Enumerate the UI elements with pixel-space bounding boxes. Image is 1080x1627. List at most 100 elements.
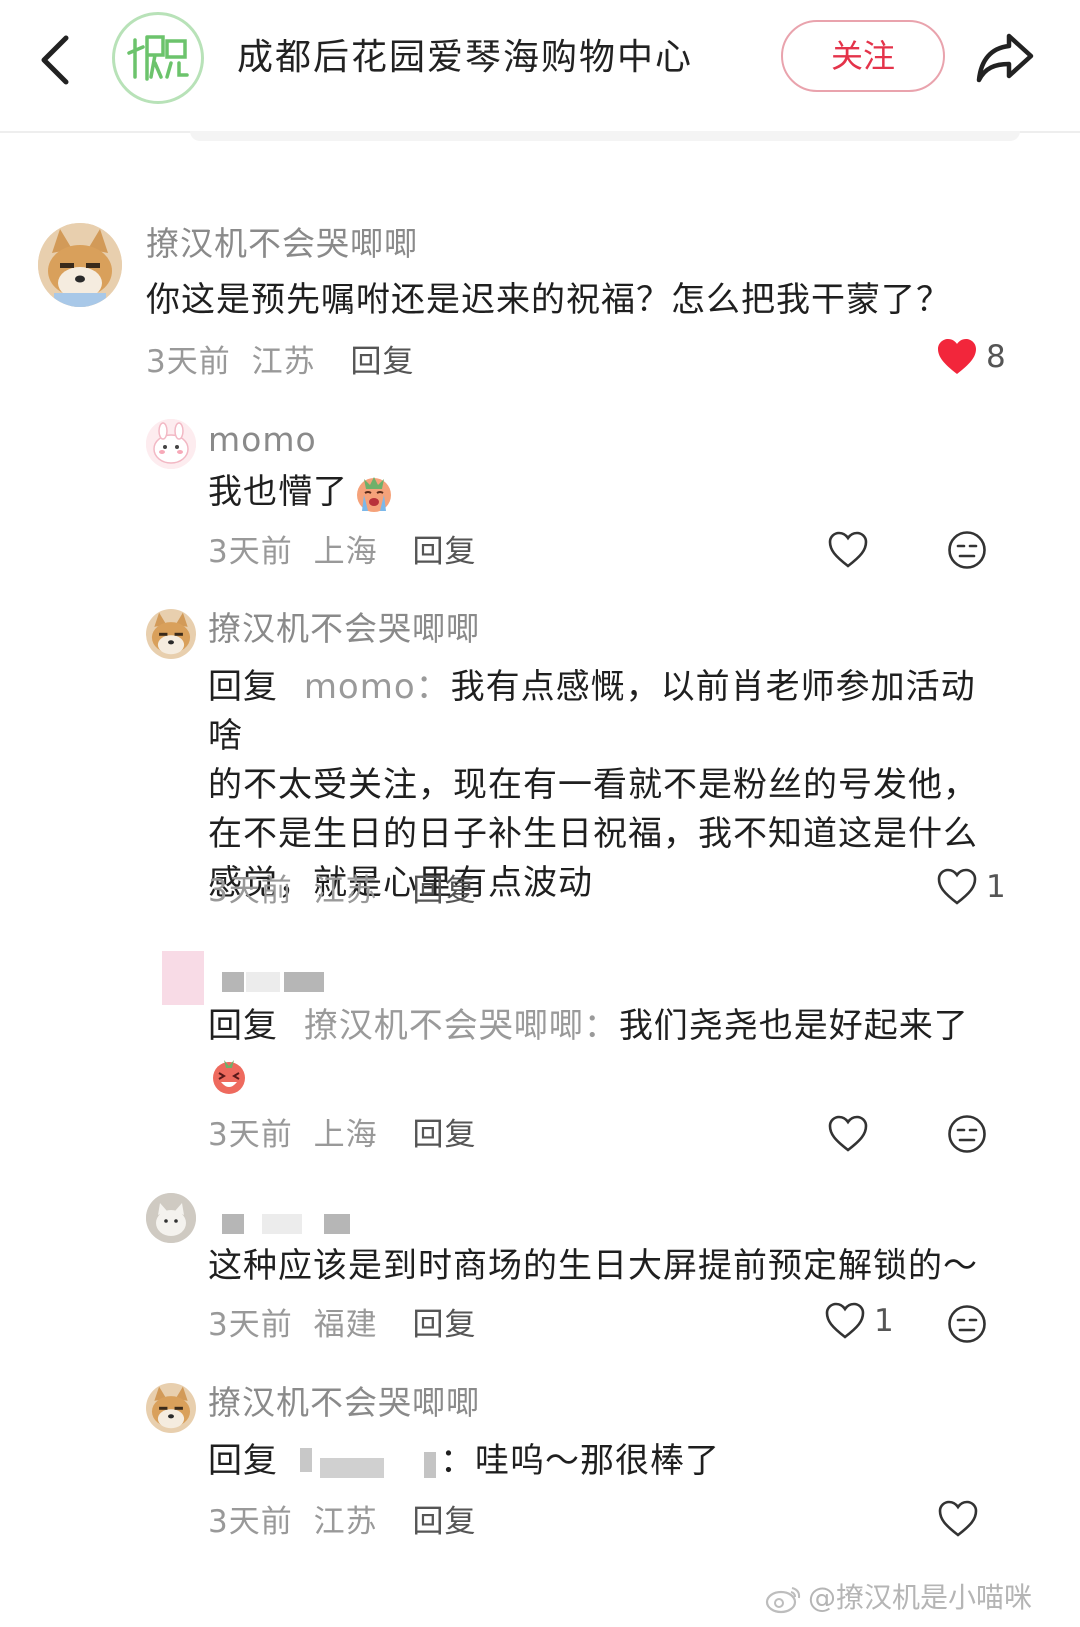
blurred-username — [284, 972, 324, 992]
weibo-icon — [765, 1587, 801, 1614]
mention-link[interactable]: momo： — [304, 667, 451, 707]
dog-avatar-icon — [146, 1383, 196, 1433]
like-button[interactable] — [936, 1497, 980, 1541]
cat-avatar-icon — [146, 1193, 196, 1243]
like-count: 1 — [986, 869, 1006, 905]
header-divider — [190, 131, 1020, 141]
like-button[interactable]: 1 — [936, 868, 1006, 906]
heart-icon — [828, 531, 868, 568]
follow-button[interactable]: 关注 — [781, 20, 945, 92]
blurred-username — [246, 972, 280, 992]
heart-icon — [825, 1302, 865, 1339]
comment-text-row: ：哇呜～那很棒了 — [440, 1437, 720, 1486]
comment-meta: 3天前 江苏 回复 — [208, 1500, 476, 1544]
avatar-blurred[interactable] — [162, 951, 204, 1005]
laughing-emoji — [208, 1054, 250, 1096]
watermark-text: @撩汉机是小喵咪 — [807, 1581, 1032, 1614]
like-button[interactable]: 1 — [824, 1302, 894, 1340]
shop-logo-icon — [118, 18, 198, 98]
blurred-mention — [424, 1452, 436, 1478]
blurred-mention — [300, 1448, 312, 1472]
like-count: 1 — [874, 1303, 894, 1339]
comment-text: 我们尧尧也是好起来了 — [618, 1006, 969, 1046]
laughing-emoji-icon — [213, 1060, 245, 1094]
emoji-icon — [948, 1305, 986, 1343]
reply-button[interactable]: 回复 — [412, 1307, 476, 1343]
comment-text-line: 回复 撩汉机不会哭唧唧：我们尧尧也是好起来了 — [208, 1002, 1008, 1051]
comment-location: 江苏 — [313, 873, 378, 909]
comment-meta: 3天前 上海 回复 — [208, 1113, 476, 1157]
comment-text-block: 回复 撩汉机不会哭唧唧：我们尧尧也是好起来了 — [208, 1002, 1008, 1051]
bunny-avatar-icon — [146, 419, 196, 469]
comment-time: 3天前 — [208, 1117, 293, 1153]
comment-time: 3天前 — [208, 534, 293, 570]
emoji-icon — [948, 531, 986, 569]
comment-username[interactable]: 撩汉机不会哭唧唧 — [146, 222, 418, 266]
comment-text: 我也懵了 — [208, 472, 348, 512]
comment-meta: 3天前 福建 回复 — [208, 1303, 476, 1347]
reply-prefix: 回复 — [208, 667, 278, 707]
crying-emoji-icon — [357, 476, 391, 512]
emoji-icon — [948, 1115, 986, 1153]
avatar[interactable] — [38, 223, 122, 307]
like-button[interactable]: 8 — [936, 338, 1006, 376]
comment-text: 你这是预先嘱咐还是迟来的祝福？怎么把我干蒙了？ — [146, 280, 951, 320]
comment-time: 3天前 — [208, 873, 293, 909]
back-button[interactable] — [30, 22, 80, 98]
heart-icon — [937, 868, 977, 905]
comment-text-line: 的不太受关注，现在有一看就不是粉丝的号发他， — [208, 765, 978, 805]
avatar[interactable] — [146, 1193, 196, 1243]
reply-button[interactable]: 回复 — [412, 1117, 476, 1153]
share-button[interactable] — [972, 24, 1038, 90]
avatar[interactable] — [146, 419, 196, 469]
comment-meta: 3天前 江苏 回复 — [146, 340, 414, 384]
like-count: 8 — [986, 339, 1006, 375]
avatar[interactable] — [146, 1383, 196, 1433]
comment-text-line: 在不是生日的日子补生日祝福，我不知道这是什么 — [208, 814, 978, 854]
mention-link[interactable]: 撩汉机不会哭唧唧： — [304, 1006, 619, 1046]
comment-username[interactable]: 撩汉机不会哭唧唧 — [208, 607, 480, 651]
comment-text-row: 我也懵了 — [208, 468, 396, 517]
comment-username[interactable]: 撩汉机不会哭唧唧 — [208, 1381, 480, 1425]
emoji-reaction-button[interactable] — [945, 1112, 989, 1156]
comment-text: 这种应该是到时商场的生日大屏提前预定解锁的～ — [208, 1246, 978, 1286]
emoji-reaction-button[interactable] — [945, 528, 989, 572]
heart-filled-icon — [938, 339, 976, 374]
heart-icon — [828, 1115, 868, 1152]
heart-icon — [938, 1500, 978, 1537]
dog-avatar-icon — [146, 609, 196, 659]
top-bar: 成都后花园爱琴海购物中心 关注 — [0, 0, 1080, 133]
reply-prefix: 回复 — [208, 1006, 278, 1046]
comment-time: 3天前 — [208, 1307, 293, 1343]
comment-meta: 3天前 上海 回复 — [208, 530, 476, 574]
comment-time: 3天前 — [146, 344, 231, 380]
comment-username[interactable]: momo — [208, 418, 317, 462]
blurred-username — [262, 1214, 302, 1234]
watermark: @撩汉机是小喵咪 — [764, 1578, 1032, 1618]
blurred-mention — [320, 1458, 384, 1478]
comment-location: 上海 — [313, 534, 378, 570]
comment-location: 江苏 — [251, 344, 316, 380]
like-button[interactable] — [826, 1112, 870, 1156]
like-button[interactable] — [826, 528, 870, 572]
blurred-username — [222, 972, 244, 992]
avatar[interactable] — [146, 609, 196, 659]
reply-button[interactable]: 回复 — [412, 873, 476, 909]
shop-avatar[interactable] — [112, 12, 204, 104]
page-title: 成都后花园爱琴海购物中心 — [237, 37, 694, 78]
comment-location: 江苏 — [313, 1504, 378, 1540]
reply-button[interactable]: 回复 — [412, 534, 476, 570]
reply-button[interactable]: 回复 — [412, 1504, 476, 1540]
emoji-reaction-button[interactable] — [945, 1302, 989, 1346]
mention-suffix: ： — [440, 1441, 475, 1481]
comment-time: 3天前 — [208, 1504, 293, 1540]
dog-avatar-icon — [38, 223, 122, 307]
comment-reply-prefix-text: 回复 — [208, 1441, 278, 1481]
blurred-username — [222, 1214, 244, 1234]
blurred-username — [324, 1214, 350, 1234]
comment-location: 福建 — [313, 1307, 378, 1343]
comment-meta: 3天前 江苏 回复 — [208, 869, 476, 913]
comment-location: 上海 — [313, 1117, 378, 1153]
reply-button[interactable]: 回复 — [350, 344, 414, 380]
comment-text-line: 回复 momo：我有点感慨，以前肖老师参加活动啥 — [208, 663, 1008, 761]
